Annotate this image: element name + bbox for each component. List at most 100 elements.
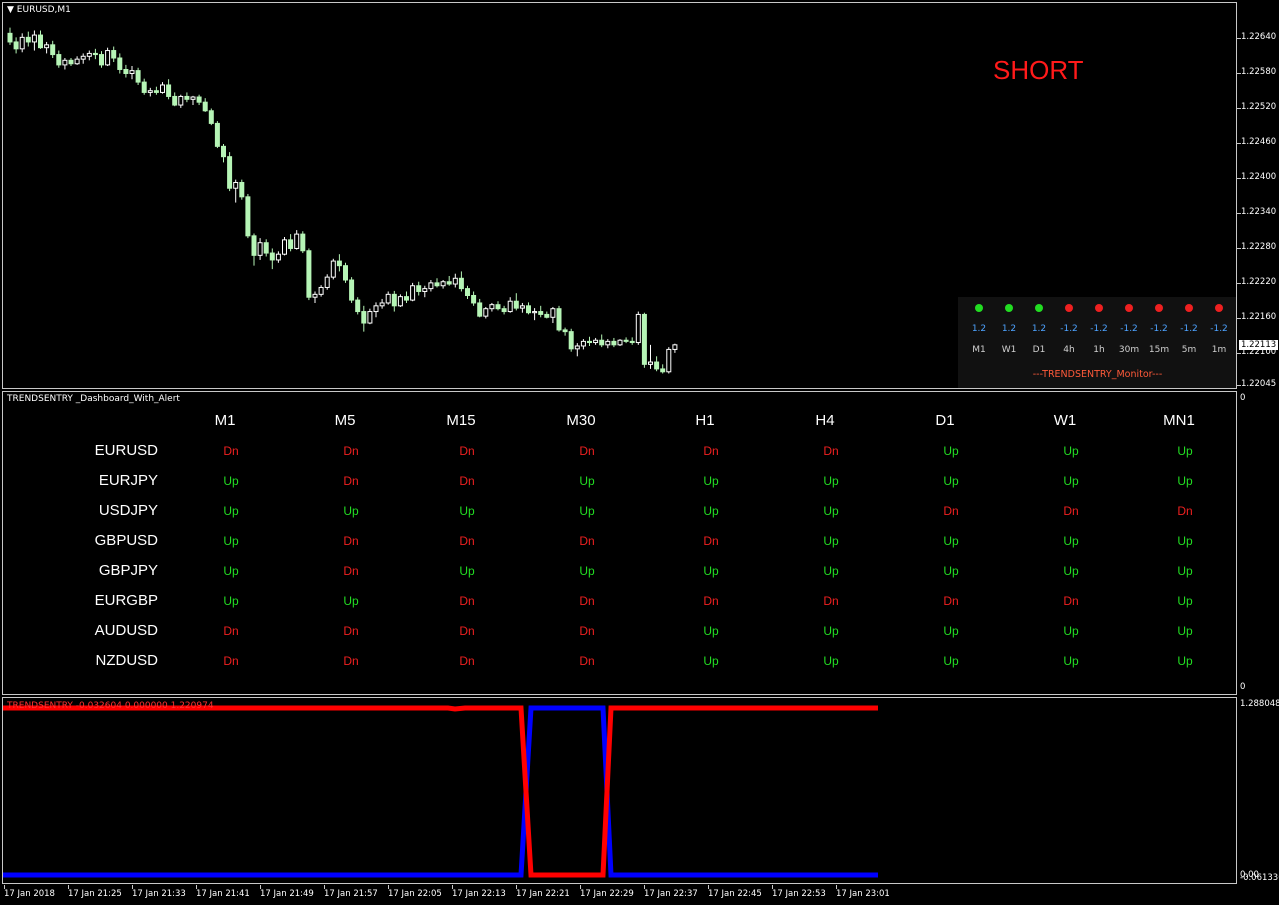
timeframe-header: M15	[446, 412, 476, 429]
candle	[227, 152, 233, 192]
trend-cell: Dn	[703, 534, 719, 548]
trend-cell: Up	[1177, 564, 1193, 578]
time-tick-label: 17 Jan 22:45	[708, 885, 762, 899]
indicator-axis-top: 1.288048	[1240, 699, 1279, 709]
indicator-pane[interactable]: TRENDSENTRY -0.032604 0.000000 1.220974	[2, 697, 1237, 884]
time-tick-label: 17 Jan 21:49	[260, 885, 314, 899]
candle	[611, 337, 617, 348]
trend-cell: Up	[343, 594, 359, 608]
status-dot-icon	[1155, 304, 1163, 312]
trend-cell: Dn	[343, 654, 359, 668]
status-dot-icon	[1125, 304, 1133, 312]
trend-cell: Dn	[459, 444, 475, 458]
trend-cell: Up	[703, 624, 719, 638]
candle	[452, 273, 458, 288]
candle	[208, 108, 214, 126]
trend-cell: Dn	[459, 594, 475, 608]
candle	[62, 58, 68, 70]
price-axis[interactable]: 1.22640 1.22580 1.22520 1.22460 1.22400 1.223…	[1236, 2, 1279, 389]
candle	[160, 82, 165, 94]
main-chart-pane[interactable]: ▼ EURUSD,M1 SHORT 1.2 M1 1.2 W1 1.2 D1 -1.2 4h -…	[2, 2, 1237, 389]
candle	[544, 311, 550, 319]
indicator-blue-line	[3, 705, 878, 878]
trend-cell: Dn	[703, 444, 719, 458]
timeframe-header: D1	[935, 412, 955, 429]
time-axis[interactable]: 17 Jan 2018 17 Jan 21:25 17 Jan 21:33 17 Ja…	[0, 885, 1279, 905]
candle	[654, 356, 660, 372]
trend-cell: Dn	[943, 594, 959, 608]
dashboard-pane[interactable]: TRENDSENTRY _Dashboard_With_Alert M1 M5 M1…	[2, 391, 1237, 695]
candle	[648, 344, 653, 369]
monitor-value: 1.2	[971, 324, 987, 334]
trend-cell: Up	[823, 504, 839, 518]
monitor-timeframe: D1	[1032, 345, 1046, 355]
trend-cell: Up	[223, 534, 239, 548]
candle	[367, 308, 373, 325]
trend-cell: Dn	[1063, 504, 1079, 518]
candle	[196, 94, 202, 106]
price-tick-label: 1.22400	[1236, 172, 1277, 182]
candle	[288, 234, 294, 252]
trend-cell: Up	[943, 444, 959, 458]
candle	[275, 251, 281, 263]
candle	[397, 294, 403, 307]
trend-cell: Up	[703, 564, 719, 578]
pair-label: AUDUSD	[94, 622, 158, 639]
candle	[666, 347, 672, 374]
trend-cell: Dn	[579, 534, 595, 548]
trend-cell: Dn	[343, 474, 359, 488]
candle	[190, 95, 196, 106]
candle	[507, 297, 513, 313]
candle	[269, 248, 275, 270]
trend-cell: Up	[343, 504, 359, 518]
candle	[31, 30, 37, 51]
candle	[25, 31, 31, 47]
monitor-value: -1.2	[1120, 324, 1138, 334]
timeframe-header: W1	[1053, 412, 1077, 429]
indicator-title: TRENDSENTRY -0.032604 0.000000 1.220974	[7, 701, 214, 711]
trend-cell: Up	[823, 534, 839, 548]
price-tick-label: 1.22520	[1236, 102, 1277, 112]
trend-cell: Up	[1177, 474, 1193, 488]
candle	[86, 50, 92, 61]
time-tick-label: 17 Jan 21:25	[68, 885, 122, 899]
dashboard-title: TRENDSENTRY _Dashboard_With_Alert	[7, 394, 180, 404]
trend-cell: Dn	[823, 444, 839, 458]
monitor-value: -1.2	[1090, 324, 1108, 334]
trend-cell: Up	[823, 624, 839, 638]
candle	[568, 328, 574, 352]
candle	[239, 179, 245, 200]
candle	[623, 337, 629, 344]
time-tick-label: 17 Jan 22:29	[580, 885, 634, 899]
status-dot-icon	[1065, 304, 1073, 312]
candle	[574, 343, 580, 357]
candle	[50, 40, 56, 59]
trend-cell: Up	[703, 654, 719, 668]
time-tick-label: 17 Jan 22:13	[452, 885, 506, 899]
candle	[99, 51, 104, 68]
candle	[336, 254, 342, 272]
candle	[501, 305, 507, 315]
time-tick-label: 17 Jan 2018	[4, 885, 55, 899]
trend-cell: Up	[1063, 534, 1079, 548]
candle	[556, 305, 562, 332]
time-tick-label: 17 Jan 21:41	[196, 885, 250, 899]
candle	[300, 231, 306, 254]
monitor-timeframe: 1h	[1093, 345, 1105, 355]
trend-cell: Up	[943, 654, 959, 668]
trend-cell: Dn	[823, 594, 839, 608]
trend-cell: Up	[1177, 624, 1193, 638]
candle	[117, 53, 123, 74]
trend-cell: Up	[823, 474, 839, 488]
trend-cell: Up	[459, 504, 475, 518]
candle	[641, 312, 647, 368]
trend-cell: Dn	[459, 624, 475, 638]
trend-cell: Dn	[579, 444, 595, 458]
candle	[471, 291, 477, 306]
pair-label: EURGBP	[94, 592, 158, 609]
trend-cell: Up	[459, 564, 475, 578]
candle	[373, 302, 379, 318]
monitor-value: 1.2	[1031, 324, 1047, 334]
candle	[38, 30, 43, 49]
candle	[44, 41, 50, 54]
